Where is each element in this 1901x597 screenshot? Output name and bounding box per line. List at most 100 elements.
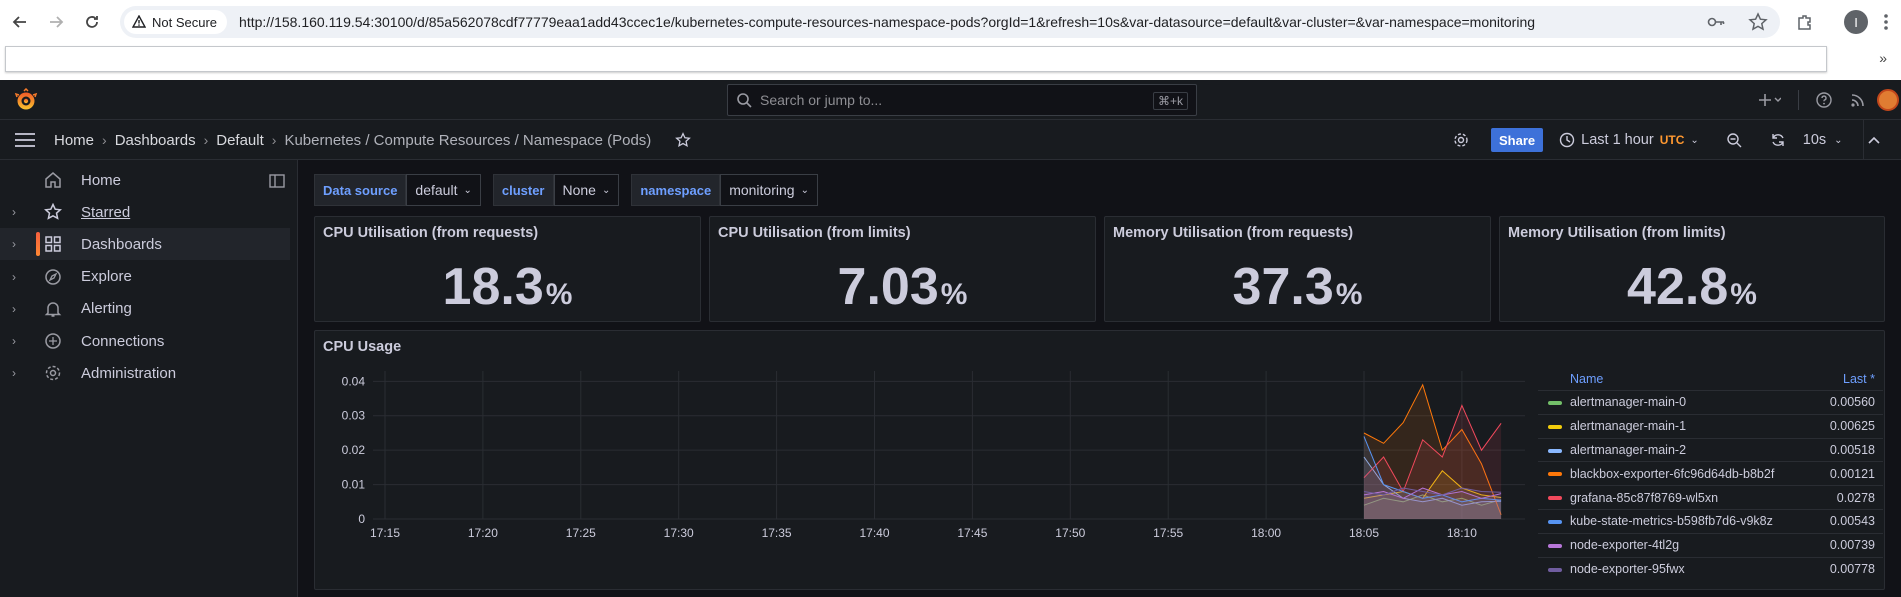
x-tick-label: 17:45	[957, 526, 987, 540]
legend-swatch	[1548, 519, 1562, 524]
legend-item[interactable]: alertmanager-main-0 0.00560	[1538, 390, 1883, 414]
refresh-icon[interactable]	[1761, 132, 1795, 148]
extensions-icon[interactable]	[1791, 8, 1819, 36]
settings-gear-icon[interactable]	[1447, 132, 1475, 148]
chevron-right-icon[interactable]: ›	[12, 237, 16, 251]
stat-panel-memory-requests[interactable]: Memory Utilisation (from requests) 37.3%	[1104, 216, 1491, 322]
chevron-right-icon[interactable]: ›	[12, 366, 16, 380]
datasource-select[interactable]: default ⌄	[406, 174, 481, 206]
stat-panel-memory-limits[interactable]: Memory Utilisation (from limits) 42.8%	[1499, 216, 1885, 322]
legend-name-header[interactable]: Name	[1570, 372, 1603, 386]
legend-swatch	[1548, 401, 1562, 405]
namespace-select[interactable]: monitoring ⌄	[720, 174, 818, 206]
star-icon[interactable]	[675, 132, 692, 148]
user-avatar[interactable]	[1875, 89, 1901, 111]
time-picker[interactable]: Last 1 hour UTC ⌄	[1559, 132, 1699, 148]
help-icon[interactable]	[1807, 92, 1841, 108]
search-icon	[737, 93, 752, 108]
security-indicator[interactable]: Not Secure	[124, 10, 228, 34]
breadcrumb-home[interactable]: Home	[54, 132, 94, 149]
legend-item[interactable]: grafana-85c87f8769-wl5xn 0.0278	[1538, 485, 1883, 509]
search-placeholder: Search or jump to...	[760, 92, 883, 108]
bookmarks-overflow-icon[interactable]: »	[1879, 50, 1887, 66]
sidebar-item-home[interactable]: Home	[0, 164, 290, 196]
profile-avatar[interactable]: I	[1842, 8, 1870, 36]
cluster-value: None	[562, 182, 596, 198]
share-button[interactable]: Share	[1491, 128, 1544, 152]
breadcrumb-dashboard-title: Kubernetes / Compute Resources / Namespa…	[284, 131, 652, 149]
home-icon	[45, 172, 61, 188]
sidebar-item-connections[interactable]: › Connections	[0, 325, 290, 357]
breadcrumb-dashboards[interactable]: Dashboards	[115, 132, 196, 149]
cpu-usage-panel[interactable]: CPU Usage 0 0.01 0.02 0.03 0.04 17:15 17:20 17:…	[314, 330, 1885, 590]
sidebar-item-explore[interactable]: › Explore	[0, 261, 290, 293]
address-bar[interactable]: Not Secure http://158.160.119.54:30100/d…	[120, 6, 1780, 38]
search-input[interactable]: Search or jump to... ⌘+k	[727, 84, 1197, 116]
sidebar-item-label: Connections	[81, 332, 165, 350]
menu-dots-icon[interactable]	[1872, 8, 1900, 36]
stat-unit: %	[545, 278, 573, 311]
new-button[interactable]	[1750, 93, 1790, 107]
legend-swatch	[1548, 472, 1562, 477]
legend-series-name: alertmanager-main-1	[1570, 419, 1687, 434]
timezone-badge: UTC	[1659, 133, 1685, 147]
chevron-right-icon[interactable]: ›	[12, 205, 16, 219]
chevron-up-icon[interactable]	[1864, 135, 1884, 145]
stat-panel-cpu-requests[interactable]: CPU Utilisation (from requests) 18.3%	[314, 216, 701, 322]
sidebar-item-label: Explore	[81, 268, 132, 286]
menu-icon[interactable]	[14, 130, 36, 150]
stat-panel-cpu-limits[interactable]: CPU Utilisation (from limits) 7.03%	[709, 216, 1096, 322]
legend-item[interactable]: alertmanager-main-1 0.00625	[1538, 413, 1883, 438]
legend-item[interactable]: node-exporter-95fwx 0.00778	[1538, 556, 1883, 581]
legend-item[interactable]: alertmanager-main-2 0.00518	[1538, 437, 1883, 462]
bookmark-star-icon[interactable]	[1748, 12, 1768, 32]
zoom-out-icon[interactable]	[1717, 132, 1751, 148]
legend-swatch	[1548, 448, 1562, 453]
datasource-label: Data source	[314, 174, 407, 206]
chevron-down-icon: ⌄	[601, 184, 611, 196]
stat-number: 7.03	[837, 258, 939, 316]
back-icon[interactable]	[2, 4, 38, 40]
grafana-logo-icon[interactable]	[14, 88, 38, 112]
profile-initial: I	[1844, 10, 1868, 34]
chevron-right-icon[interactable]: ›	[12, 302, 16, 316]
legend-item[interactable]: node-exporter-4tl2g 0.00739	[1538, 532, 1883, 557]
chevron-right-icon[interactable]: ›	[12, 334, 16, 348]
legend-item[interactable]: blackbox-exporter-6fc96d64db-b8b2f 0.0012…	[1538, 461, 1883, 485]
x-tick-label: 17:50	[1055, 526, 1085, 540]
legend-series-name: blackbox-exporter-6fc96d64db-b8b2f	[1570, 466, 1775, 481]
refresh-interval-picker[interactable]: 10s ⌄	[1803, 132, 1843, 148]
legend-value-header[interactable]: Last *	[1843, 372, 1875, 386]
breadcrumb-default[interactable]: Default	[216, 132, 264, 149]
sidebar-item-administration[interactable]: › Administration	[0, 357, 290, 389]
key-icon[interactable]	[1706, 12, 1726, 32]
time-range: Last 1 hour	[1581, 132, 1654, 148]
legend-series-name: grafana-85c87f8769-wl5xn	[1570, 490, 1719, 505]
sidebar-item-label: Home	[81, 171, 122, 189]
sidebar-item-dashboards[interactable]: › Dashboards	[0, 228, 290, 261]
grafana-app: Search or jump to... ⌘+k Home › Dashboar…	[0, 80, 1901, 597]
legend-series-value: 0.00625	[1829, 419, 1875, 434]
x-tick-label: 17:15	[370, 526, 400, 540]
namespace-label: namespace	[631, 174, 721, 206]
forward-icon[interactable]	[38, 4, 74, 40]
chevron-down-icon: ⌄	[800, 184, 809, 196]
cluster-select[interactable]: None ⌄	[553, 174, 620, 206]
legend-item[interactable]: kube-state-metrics-b598fb7d6-v9k8z 0.0054…	[1538, 508, 1883, 533]
x-tick-label: 18:00	[1251, 526, 1281, 540]
news-icon[interactable]	[1841, 92, 1875, 108]
chevron-right-icon[interactable]: ›	[12, 270, 16, 284]
star-icon	[44, 203, 62, 220]
url-text[interactable]: http://158.160.119.54:30100/d/85a562078c…	[239, 14, 1719, 30]
y-tick-label: 0.04	[342, 374, 366, 388]
legend-swatch	[1548, 496, 1562, 501]
sidebar-item-starred[interactable]: › Starred	[0, 196, 290, 228]
panel-title: CPU Utilisation (from limits)	[718, 225, 911, 241]
cpu-usage-chart[interactable]: 0 0.01 0.02 0.03 0.04 17:15 17:20 17:25 17:30 17:…	[315, 351, 1535, 591]
legend-series-name: node-exporter-95fwx	[1570, 561, 1685, 576]
legend-series-value: 0.00778	[1829, 561, 1875, 576]
stat-number: 42.8	[1627, 258, 1729, 316]
sidebar-item-alerting[interactable]: › Alerting	[0, 293, 290, 325]
cog-icon	[45, 365, 61, 381]
reload-icon[interactable]	[74, 4, 110, 40]
